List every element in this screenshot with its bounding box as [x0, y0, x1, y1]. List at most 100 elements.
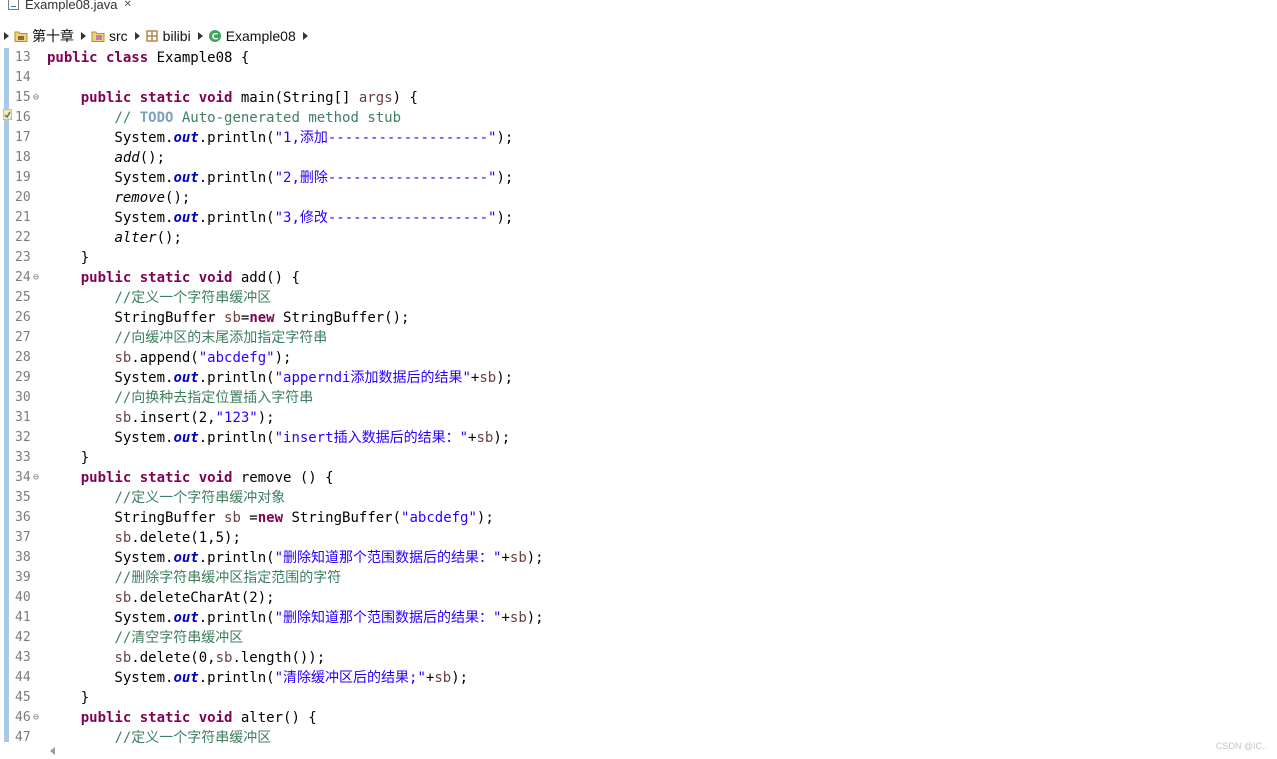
line-number: 37: [15, 530, 31, 545]
code-line[interactable]: 19 System.out.println("2,删除-------------…: [0, 168, 1277, 188]
code-line[interactable]: 29 System.out.println("apperndi添加数据后的结果"…: [0, 368, 1277, 388]
breadcrumb-item-bilibi[interactable]: bilibi: [145, 28, 191, 44]
source-folder-icon: [91, 31, 105, 42]
line-number: 22: [15, 230, 31, 245]
code-text: StringBuffer sb=new StringBuffer();: [47, 310, 410, 326]
code-line[interactable]: 33 }: [0, 448, 1277, 468]
line-number: 16: [15, 110, 31, 125]
fold-toggle-icon[interactable]: ⊖: [33, 468, 39, 488]
code-text: sb.delete(0,sb.length());: [114, 650, 326, 666]
code-line[interactable]: 35 //定义一个字符串缓冲对象: [0, 488, 1277, 508]
line-number: 30: [15, 390, 31, 405]
code-text: System.out.println("删除知道那个范围数据后的结果："+sb)…: [47, 550, 544, 566]
line-number: 19: [15, 170, 31, 185]
code-text: //删除字符串缓冲区指定范围的字符: [114, 570, 342, 586]
code-line[interactable]: 34 ⊖ public static void remove () {: [0, 468, 1277, 488]
code-text: remove();: [114, 190, 191, 206]
line-number: 18: [15, 150, 31, 165]
code-line[interactable]: 38 System.out.println("删除知道那个范围数据后的结果："+…: [0, 548, 1277, 568]
line-number: 45: [15, 690, 31, 705]
line-number: 29: [15, 370, 31, 385]
code-text: //定义一个字符串缓冲对象: [114, 490, 286, 506]
line-number: 44: [15, 670, 31, 685]
code-line[interactable]: 44 System.out.println("清除缓冲区后的结果;"+sb);: [0, 668, 1277, 688]
horizontal-scrollbar[interactable]: [0, 743, 1277, 759]
chevron-right-icon[interactable]: [81, 32, 86, 40]
chevron-right-icon[interactable]: [197, 32, 203, 40]
line-number: 20: [15, 190, 31, 205]
code-line[interactable]: 46 ⊖ public static void alter() {: [0, 708, 1277, 728]
editor-tab[interactable]: Example08.java ✕: [8, 0, 132, 16]
code-line[interactable]: 26 StringBuffer sb=new StringBuffer();: [0, 308, 1277, 328]
line-number: 26: [15, 310, 31, 325]
code-line[interactable]: 20 remove();: [0, 188, 1277, 208]
breadcrumb-item-chapter[interactable]: 第十章: [14, 26, 74, 46]
code-line[interactable]: 41 System.out.println("删除知道那个范围数据后的结果："+…: [0, 608, 1277, 628]
svg-text:C: C: [211, 33, 218, 43]
code-line[interactable]: 14: [0, 68, 1277, 88]
breadcrumb-item-example08[interactable]: C Example08: [208, 28, 296, 44]
code-text: System.out.println("3,修改----------------…: [47, 210, 514, 226]
code-editor[interactable]: 13 public class Example08 { 14 15 ⊖ public s…: [0, 48, 1277, 748]
line-number: 34: [15, 470, 31, 485]
code-line[interactable]: 16 // TODO Auto-generated method stub: [0, 108, 1277, 128]
chevron-right-icon[interactable]: [302, 32, 308, 40]
fold-toggle-icon[interactable]: ⊖: [33, 268, 39, 288]
code-text: System.out.println("insert插入数据后的结果："+sb)…: [47, 430, 511, 446]
code-text: public class Example08 {: [47, 50, 250, 66]
code-line[interactable]: 45 }: [0, 688, 1277, 708]
code-text: public static void add() {: [80, 270, 300, 286]
code-line[interactable]: 30 //向换种去指定位置插入字符串: [0, 388, 1277, 408]
code-text: //向换种去指定位置插入字符串: [114, 390, 314, 406]
line-number: 13: [15, 50, 31, 65]
code-text: public static void main(String[] args) {: [80, 90, 418, 106]
scroll-left-icon[interactable]: [50, 747, 55, 755]
class-icon: C: [208, 30, 221, 43]
code-text: sb.deleteCharAt(2);: [114, 590, 275, 606]
tab-title: Example08.java: [25, 0, 118, 12]
code-text: public static void remove () {: [80, 470, 334, 486]
breadcrumb: 第十章 src bilibi C Example08: [0, 26, 1277, 46]
code-line[interactable]: 21 System.out.println("3,修改-------------…: [0, 208, 1277, 228]
line-number: 28: [15, 350, 31, 365]
code-line[interactable]: 43 sb.delete(0,sb.length());: [0, 648, 1277, 668]
close-icon[interactable]: ✕: [124, 0, 132, 10]
code-line[interactable]: 13 public class Example08 {: [0, 48, 1277, 68]
fold-toggle-icon[interactable]: ⊖: [33, 88, 39, 108]
line-number: 23: [15, 250, 31, 265]
line-number: 14: [15, 70, 31, 85]
line-number: 35: [15, 490, 31, 505]
code-line[interactable]: 31 sb.insert(2,"123");: [0, 408, 1277, 428]
line-number: 32: [15, 430, 31, 445]
code-line[interactable]: 17 System.out.println("1,添加-------------…: [0, 128, 1277, 148]
code-text: StringBuffer sb =new StringBuffer("abcde…: [47, 510, 494, 526]
code-text: public static void alter() {: [80, 710, 317, 726]
code-line[interactable]: 22 alter();: [0, 228, 1277, 248]
code-line[interactable]: 18 add();: [0, 148, 1277, 168]
breadcrumb-item-src[interactable]: src: [91, 28, 128, 44]
line-number: 33: [15, 450, 31, 465]
code-line[interactable]: 37 sb.delete(1,5);: [0, 528, 1277, 548]
line-number: 31: [15, 410, 31, 425]
code-text: }: [47, 450, 90, 466]
code-line[interactable]: 40 sb.deleteCharAt(2);: [0, 588, 1277, 608]
line-number: 39: [15, 570, 31, 585]
code-line[interactable]: 39 //删除字符串缓冲区指定范围的字符: [0, 568, 1277, 588]
chevron-right-icon[interactable]: [134, 32, 140, 40]
code-line[interactable]: 25 //定义一个字符串缓冲区: [0, 288, 1277, 308]
code-line[interactable]: 42 //清空字符串缓冲区: [0, 628, 1277, 648]
code-text: System.out.println("删除知道那个范围数据后的结果："+sb)…: [47, 610, 544, 626]
fold-toggle-icon[interactable]: ⊖: [33, 708, 39, 728]
line-number: 40: [15, 590, 31, 605]
line-number: 24: [15, 270, 31, 285]
code-line[interactable]: 23 }: [0, 248, 1277, 268]
code-line[interactable]: 28 sb.append("abcdefg");: [0, 348, 1277, 368]
code-line[interactable]: 27 //向缓冲区的末尾添加指定字符串: [0, 328, 1277, 348]
java-file-icon: [8, 0, 19, 10]
line-number: 46: [15, 710, 31, 725]
code-line[interactable]: 24 ⊖ public static void add() {: [0, 268, 1277, 288]
code-line[interactable]: 36 StringBuffer sb =new StringBuffer("ab…: [0, 508, 1277, 528]
code-line[interactable]: 32 System.out.println("insert插入数据后的结果："+…: [0, 428, 1277, 448]
chevron-right-icon[interactable]: [4, 32, 9, 40]
code-line[interactable]: 15 ⊖ public static void main(String[] arg…: [0, 88, 1277, 108]
